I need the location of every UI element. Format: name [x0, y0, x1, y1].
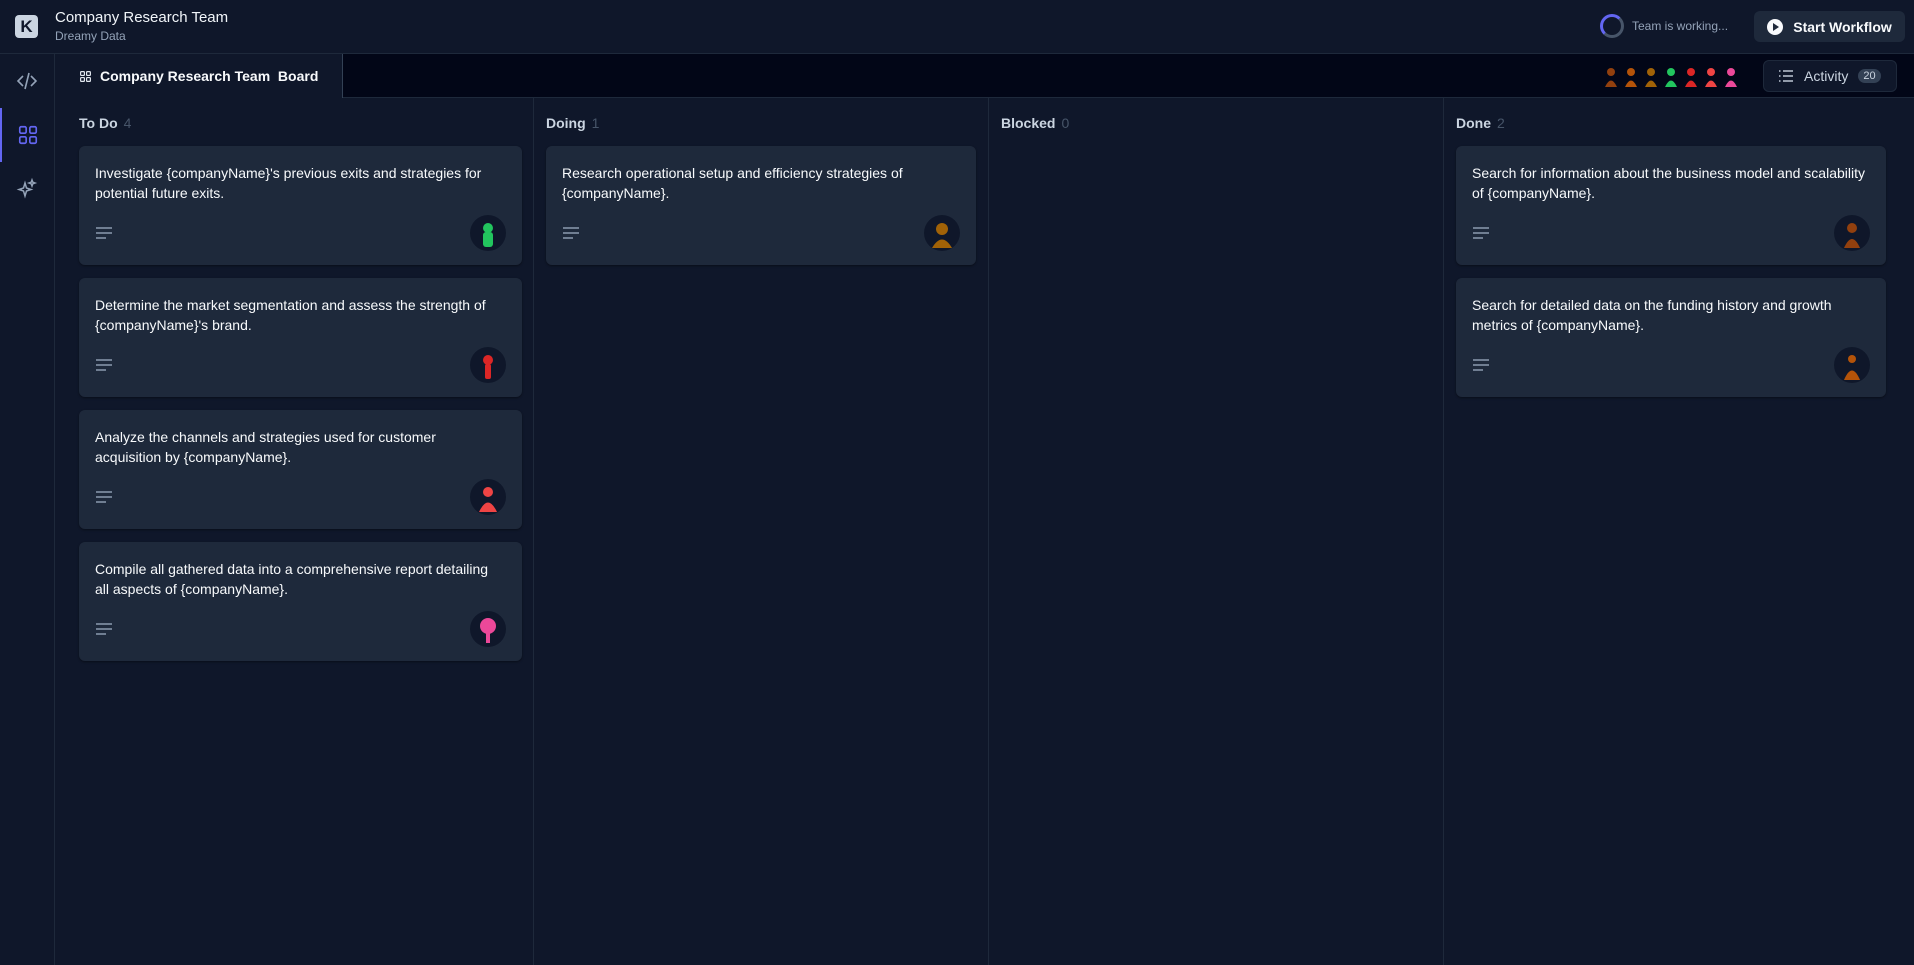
task-card[interactable]: Compile all gathered data into a compreh…: [79, 542, 522, 661]
sidebar-item-ai[interactable]: [0, 162, 54, 216]
description-icon: [96, 491, 112, 503]
agent-avatar-icon[interactable]: [1683, 64, 1699, 88]
team-title: Company Research Team: [55, 9, 229, 26]
agent-avatar-icon[interactable]: [1723, 64, 1739, 88]
sidebar-item-board[interactable]: [0, 108, 54, 162]
task-title: Search for information about the busines…: [1472, 165, 1865, 201]
agent-avatar-icon[interactable]: [924, 215, 960, 251]
agent-avatar-icon[interactable]: [470, 479, 506, 515]
description-icon: [1473, 359, 1489, 371]
sparkles-icon: [16, 177, 38, 199]
column-blocked: Blocked 0: [989, 98, 1444, 965]
list-icon: [1779, 70, 1793, 82]
start-workflow-label: Start Workflow: [1793, 18, 1892, 35]
app-logo: K: [15, 15, 38, 38]
task-title: Analyze the channels and strategies used…: [95, 429, 436, 465]
column-title: Doing: [546, 115, 586, 131]
column-doing: Doing 1 Research operational setup and ef…: [534, 98, 989, 965]
column-header: Blocked 0: [1001, 115, 1069, 131]
column-header: To Do 4: [79, 115, 131, 131]
column-count: 0: [1061, 115, 1070, 131]
task-card[interactable]: Search for detailed data on the funding …: [1456, 278, 1886, 397]
task-card[interactable]: Research operational setup and efficienc…: [546, 146, 976, 265]
agent-avatar-icon[interactable]: [1643, 64, 1659, 88]
column-todo: To Do 4 Investigate {companyName}'s previ…: [55, 98, 534, 965]
agent-avatar-icon[interactable]: [1834, 347, 1870, 383]
task-title: Compile all gathered data into a compreh…: [95, 561, 489, 597]
team-status: Team is working...: [1600, 14, 1728, 38]
agent-avatar-icon[interactable]: [1703, 64, 1719, 88]
team-avatars: [1603, 64, 1739, 88]
task-title: Research operational setup and efficienc…: [562, 165, 903, 201]
description-icon: [96, 623, 112, 635]
agent-avatar-icon[interactable]: [1663, 64, 1679, 88]
sidebar: [0, 54, 55, 965]
activity-label: Activity: [1804, 68, 1849, 84]
activity-count-badge: 20: [1858, 69, 1881, 83]
column-header: Doing 1: [546, 115, 599, 131]
column-count: 4: [123, 115, 132, 131]
agent-avatar-icon[interactable]: [470, 611, 506, 647]
loading-spinner-icon: [1600, 14, 1624, 38]
description-icon: [563, 227, 579, 239]
team-status-label: Team is working...: [1632, 19, 1729, 33]
grid-icon: [80, 70, 91, 82]
agent-avatar-icon[interactable]: [1834, 215, 1870, 251]
code-icon: [16, 72, 38, 90]
task-title: Search for detailed data on the funding …: [1472, 297, 1832, 333]
task-card[interactable]: Search for information about the busines…: [1456, 146, 1886, 265]
agent-avatar-icon[interactable]: [470, 215, 506, 251]
board-tab-label: Company Research Team Board: [100, 68, 319, 84]
agent-avatar-icon[interactable]: [1623, 64, 1639, 88]
description-icon: [96, 227, 112, 239]
task-card[interactable]: Determine the market segmentation and as…: [79, 278, 522, 397]
agent-avatar-icon[interactable]: [470, 347, 506, 383]
description-icon: [96, 359, 112, 371]
start-workflow-button[interactable]: Start Workflow: [1754, 11, 1905, 42]
app-header: K Company Research Team Dreamy Data Team…: [0, 0, 1914, 54]
description-icon: [1473, 227, 1489, 239]
task-card[interactable]: Investigate {companyName}'s previous exi…: [79, 146, 522, 265]
column-header: Done 2: [1456, 115, 1505, 131]
column-count: 2: [1497, 115, 1505, 131]
activity-button[interactable]: Activity 20: [1763, 60, 1897, 92]
play-icon: [1767, 18, 1784, 35]
team-subtitle: Dreamy Data: [55, 29, 126, 43]
board-toolbar: Company Research Team Board Activity 20: [55, 54, 1914, 98]
task-title: Determine the market segmentation and as…: [95, 297, 486, 333]
task-card[interactable]: Analyze the channels and strategies used…: [79, 410, 522, 529]
column-count: 1: [591, 115, 600, 131]
sidebar-item-code[interactable]: [0, 54, 54, 108]
column-done: Done 2 Search for information about the b…: [1444, 98, 1914, 965]
column-title: To Do: [79, 115, 118, 131]
grid-icon: [18, 125, 38, 145]
column-title: Blocked: [1001, 115, 1056, 131]
agent-avatar-icon[interactable]: [1603, 64, 1619, 88]
tab-board[interactable]: Company Research Team Board: [55, 54, 343, 98]
task-title: Investigate {companyName}'s previous exi…: [95, 165, 482, 201]
column-title: Done: [1456, 115, 1491, 131]
